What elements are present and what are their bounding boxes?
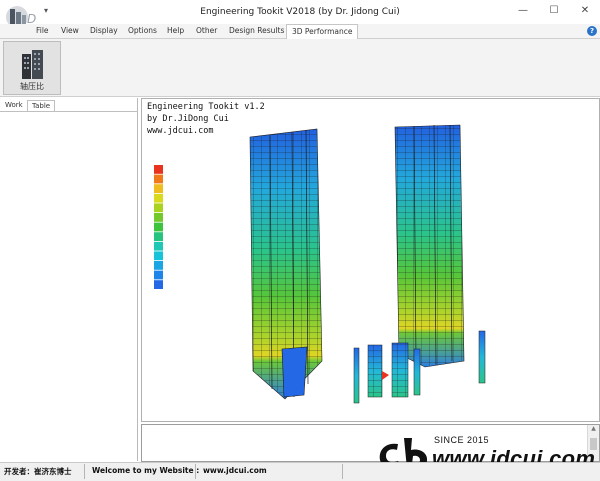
legend-swatch [154, 174, 163, 184]
legend-swatch [154, 213, 163, 222]
status-welcome: Welcome to my Website : [92, 466, 200, 475]
legend-swatch [154, 165, 163, 174]
marker-arrow-icon [382, 371, 389, 380]
tower-left [249, 128, 323, 400]
legend-swatch [154, 241, 163, 251]
menu-3d-performance[interactable]: 3D Performance [286, 24, 359, 39]
status-bar: 开发者：崔济东博士 Welcome to my Website : www.jd… [0, 462, 600, 481]
legend-swatch [154, 232, 163, 241]
building-icon [22, 50, 43, 79]
menu-display[interactable]: Display [90, 26, 118, 35]
close-button[interactable]: ✕ [578, 4, 592, 18]
menu-view[interactable]: View [61, 26, 79, 35]
legend-swatch [154, 261, 163, 270]
maximize-button[interactable]: ☐ [547, 4, 561, 18]
color-legend [154, 165, 163, 289]
axial-ratio-label: 轴压比 [20, 82, 44, 91]
axial-ratio-button[interactable]: 轴压比 [3, 41, 61, 95]
status-separator [195, 464, 196, 479]
menu-options[interactable]: Options [128, 26, 157, 35]
status-website[interactable]: www.jdcui.com [203, 466, 267, 475]
watermark-since: SINCE 2015 [434, 435, 490, 445]
tab-divider [0, 111, 138, 112]
legend-swatch [154, 193, 163, 203]
help-icon[interactable]: ? [587, 26, 597, 36]
status-developer: 开发者：崔济东博士 [4, 467, 72, 476]
menu-design-results[interactable]: Design Results [229, 26, 284, 35]
title-bar: D ▾ Engineering Tookit V2018 (by Dr. Jid… [0, 0, 600, 31]
menu-other[interactable]: Other [196, 26, 217, 35]
tower-right [394, 124, 465, 368]
3d-viewport[interactable]: Engineering Tookit v1.2 by Dr.JiDong Cui… [141, 98, 600, 422]
status-separator [84, 464, 85, 479]
legend-swatch [154, 280, 163, 289]
legend-swatch [154, 184, 163, 193]
menu-help[interactable]: Help [167, 26, 184, 35]
legend-swatch [154, 251, 163, 261]
status-separator [342, 464, 343, 479]
legend-swatch [154, 222, 163, 232]
window-title: Engineering Tookit V2018 (by Dr. Jidong … [200, 7, 400, 17]
3d-model-canvas[interactable] [142, 99, 599, 421]
menu-bar: File View Display Options Help Other Des… [0, 24, 600, 39]
menu-file[interactable]: File [36, 26, 49, 35]
legend-swatch [154, 270, 163, 280]
minimize-button[interactable]: — [516, 4, 530, 18]
left-panel: Work Table [0, 98, 138, 461]
legend-swatch [154, 203, 163, 213]
ribbon: 轴压比 [0, 39, 600, 97]
